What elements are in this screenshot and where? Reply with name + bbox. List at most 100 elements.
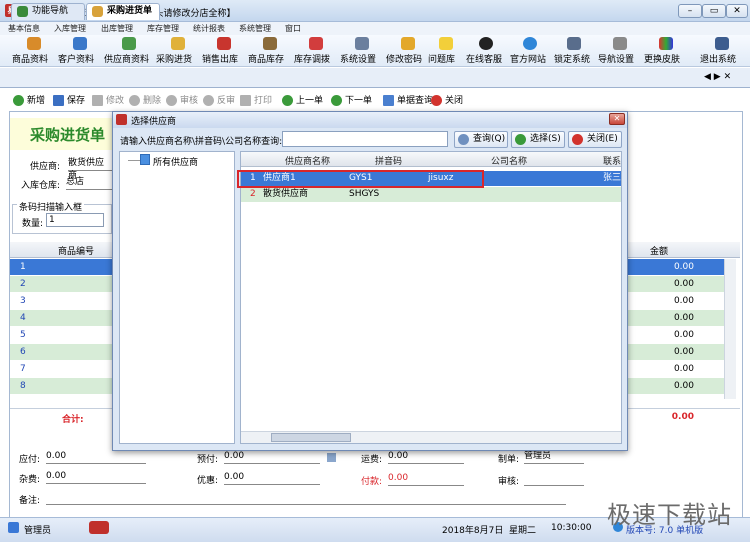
menu-stock[interactable]: 库存管理: [147, 23, 179, 34]
dialog-title-bar: [113, 112, 627, 128]
dialog-search-input[interactable]: [282, 131, 448, 147]
tree-line: [128, 160, 140, 161]
toolbar-customers-button[interactable]: 客户资料: [58, 37, 102, 65]
minimize-button[interactable]: –: [678, 4, 702, 18]
unaudit-icon: [203, 95, 214, 106]
row-number: 7: [20, 364, 26, 374]
dialog-close-icon[interactable]: ✕: [609, 113, 625, 125]
paid-field[interactable]: 0.00: [388, 472, 464, 486]
toolbar-products-button[interactable]: 商品资料: [12, 37, 56, 65]
select-button[interactable]: 选择(S): [511, 131, 565, 148]
check-icon: [515, 134, 526, 145]
barcode-group-title: 条码扫描输入框: [17, 200, 85, 213]
scroll-thumb[interactable]: [271, 433, 351, 442]
row-number: 2: [20, 279, 26, 289]
close-order-button[interactable]: 关闭: [431, 94, 463, 108]
auditor-field: [524, 472, 584, 486]
misc-label: 杂费:: [19, 475, 41, 485]
close-window-button[interactable]: ✕: [726, 4, 748, 18]
toolbar-skin-button[interactable]: 更换皮肤: [644, 37, 688, 65]
menu-reports[interactable]: 统计报表: [193, 23, 225, 34]
truck-icon: [171, 37, 185, 50]
print-button[interactable]: 打印: [240, 94, 272, 108]
supplier-contact: 张三: [603, 173, 622, 183]
toolbar-purchase-button[interactable]: 采购进货: [156, 37, 200, 65]
row-amount: 0.00: [673, 381, 694, 391]
auditor-label: 审核:: [498, 477, 520, 487]
tab-purchase-order[interactable]: 采购进货单: [86, 3, 160, 20]
toolbar-website-button[interactable]: 官方网站: [510, 37, 550, 65]
menu-outbound[interactable]: 出库管理: [101, 23, 133, 34]
qty-input[interactable]: 1: [46, 213, 104, 227]
toolbar-faq-button[interactable]: 问题库: [428, 37, 464, 65]
toolbar-inventory-button[interactable]: 商品库存: [248, 37, 292, 65]
status-user: 管理员: [24, 526, 52, 536]
menu-inbound[interactable]: 入库管理: [54, 23, 86, 34]
menu-basic-info[interactable]: 基本信息: [8, 23, 40, 34]
folder-icon: [140, 154, 150, 165]
menu-system[interactable]: 系统管理: [239, 23, 271, 34]
discount-field[interactable]: 0.00: [224, 471, 320, 485]
payable-field[interactable]: 0.00: [46, 450, 146, 464]
misc-field[interactable]: 0.00: [46, 470, 146, 484]
prev-order-button[interactable]: 上一单: [282, 94, 323, 108]
toolbar-support-button[interactable]: 在线客服: [466, 37, 506, 65]
row-number: 8: [20, 381, 26, 391]
col-pinyin: 拼音码: [375, 157, 403, 167]
audit-button[interactable]: 审核: [166, 94, 198, 108]
supplier-field[interactable]: 散货供应商: [68, 157, 112, 181]
toolbar-settings-button[interactable]: 系统设置: [340, 37, 384, 65]
edit-button[interactable]: 修改: [92, 94, 124, 108]
freight-field[interactable]: 0.00: [388, 450, 464, 464]
warehouse-field[interactable]: 总店: [66, 176, 112, 190]
query-button[interactable]: 查询(Q): [454, 131, 508, 148]
save-button[interactable]: 保存: [53, 94, 85, 108]
toolbar-sales-button[interactable]: 销售出库: [202, 37, 246, 65]
toolbar-lock-button[interactable]: 锁定系统: [554, 37, 594, 65]
unaudit-button[interactable]: 反审: [203, 94, 235, 108]
new-button[interactable]: 新增: [13, 94, 45, 108]
col-amount-header: 金额: [650, 247, 669, 257]
toolbar-suppliers-button[interactable]: 供应商资料: [104, 37, 154, 65]
menu-bar: 基本信息 入库管理 出库管理 库存管理 统计报表 系统管理 窗口: [0, 22, 750, 35]
row-amount: 0.00: [673, 364, 694, 374]
dialog-title: 选择供应商: [131, 117, 177, 127]
skin-icon: [659, 37, 673, 50]
status-time: 10:30:00: [551, 523, 592, 533]
gear-icon: [355, 37, 369, 50]
dialog-close-button[interactable]: 关闭(E): [568, 131, 622, 148]
toolbar-password-button[interactable]: 修改密码: [386, 37, 430, 65]
order-query-button[interactable]: 单据查询: [383, 94, 433, 108]
col-company: 公司名称: [491, 157, 528, 167]
tree-root-node[interactable]: 所有供应商: [153, 155, 198, 168]
tab-nav-arrows[interactable]: ◀ ▶ ✕: [704, 72, 731, 82]
page-title: 采购进货单: [30, 126, 106, 144]
nav-icon: [613, 37, 627, 50]
tab-function-nav[interactable]: 功能导航: [11, 3, 85, 20]
menu-window[interactable]: 窗口: [285, 23, 301, 34]
toolbar-exit-button[interactable]: 退出系统: [700, 37, 744, 65]
order-toolbar: 新增 保存 修改 删除 审核 反审 打印 上一单 下一单 单据查询 关闭: [9, 92, 743, 110]
ie-icon: [523, 37, 537, 50]
dialog-search-label: 请输入供应商名称\拼音码\公司名称查询:: [120, 137, 283, 147]
edit-icon: [92, 95, 103, 106]
delete-button[interactable]: 删除: [129, 94, 161, 108]
supplier-row-2[interactable]: 2 散货供应商 SHGYS: [241, 187, 621, 202]
col-contact: 联系: [603, 157, 622, 167]
calc-icon[interactable]: [327, 453, 336, 462]
remark-label: 备注:: [19, 496, 41, 506]
grid-scrollbar[interactable]: [724, 259, 736, 399]
qty-label: 数量:: [22, 219, 44, 229]
prepaid-field[interactable]: 0.00: [224, 450, 320, 464]
supplier-label: 供应商:: [30, 162, 61, 172]
toolbar-transfer-button[interactable]: 库存调拨: [294, 37, 338, 65]
maximize-button[interactable]: ▭: [702, 4, 726, 18]
total-label: 合计:: [62, 415, 84, 425]
audit-icon: [166, 95, 177, 106]
toolbar-nav-button[interactable]: 导航设置: [598, 37, 642, 65]
plus-icon: [13, 95, 24, 106]
remark-field[interactable]: [46, 491, 566, 505]
next-order-button[interactable]: 下一单: [331, 94, 372, 108]
total-amount: 0.00: [671, 412, 694, 422]
row-number: 4: [20, 313, 26, 323]
